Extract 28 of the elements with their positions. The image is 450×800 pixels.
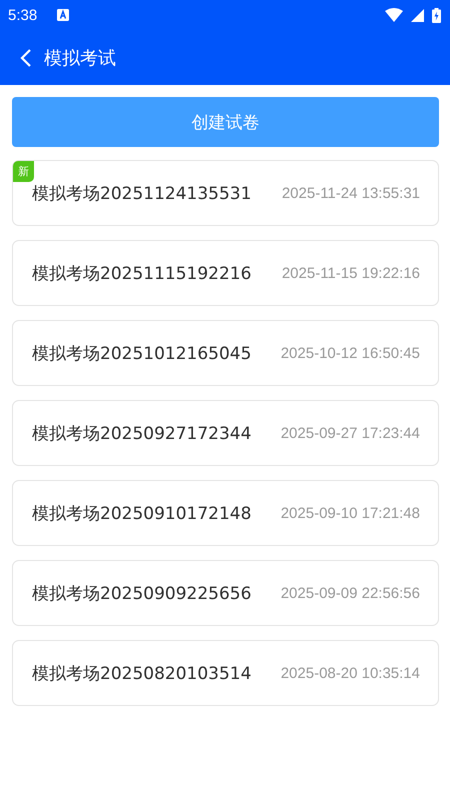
new-badge: 新 xyxy=(13,161,34,182)
exam-name: 模拟考场20250927172344 xyxy=(32,422,252,444)
exam-time: 2025-11-15 19:22:16 xyxy=(282,264,420,282)
exam-card[interactable]: 模拟考场20250909225656 2025-09-09 22:56:56 xyxy=(12,560,439,626)
exam-card[interactable]: 模拟考场20250927172344 2025-09-27 17:23:44 xyxy=(12,400,439,466)
battery-icon xyxy=(432,8,441,22)
exam-time: 2025-10-12 16:50:45 xyxy=(280,344,420,362)
exam-card[interactable]: 模拟考场20250820103514 2025-08-20 10:35:14 xyxy=(12,640,439,706)
exam-name: 模拟考场20251012165045 xyxy=(32,342,252,364)
exam-time: 2025-09-27 17:23:44 xyxy=(280,424,420,442)
exam-name: 模拟考场20250820103514 xyxy=(32,662,252,684)
exam-time: 2025-09-09 22:56:56 xyxy=(280,584,420,602)
exam-name: 模拟考场20250910172148 xyxy=(32,502,252,524)
signal-icon xyxy=(411,8,424,22)
exam-time: 2025-08-20 10:35:14 xyxy=(280,664,420,682)
exam-card[interactable]: 模拟考场20251012165045 2025-10-12 16:50:45 xyxy=(12,320,439,386)
exam-card[interactable]: 模拟考场20251115192216 2025-11-15 19:22:16 xyxy=(12,240,439,306)
exam-card[interactable]: 新 模拟考场20251124135531 2025-11-24 13:55:31 xyxy=(12,160,439,226)
exam-time: 2025-11-24 13:55:31 xyxy=(282,184,420,202)
exam-card[interactable]: 模拟考场20250910172148 2025-09-10 17:21:48 xyxy=(12,480,439,546)
exam-time: 2025-09-10 17:21:48 xyxy=(280,504,420,522)
status-time: 5:38 xyxy=(8,6,38,24)
wifi-icon xyxy=(385,8,403,22)
exam-name: 模拟考场20251115192216 xyxy=(32,262,252,284)
exam-name: 模拟考场20251124135531 xyxy=(32,182,252,204)
page-title: 模拟考试 xyxy=(44,46,116,70)
notification-icon xyxy=(57,9,70,21)
exam-name: 模拟考场20250909225656 xyxy=(32,582,252,604)
